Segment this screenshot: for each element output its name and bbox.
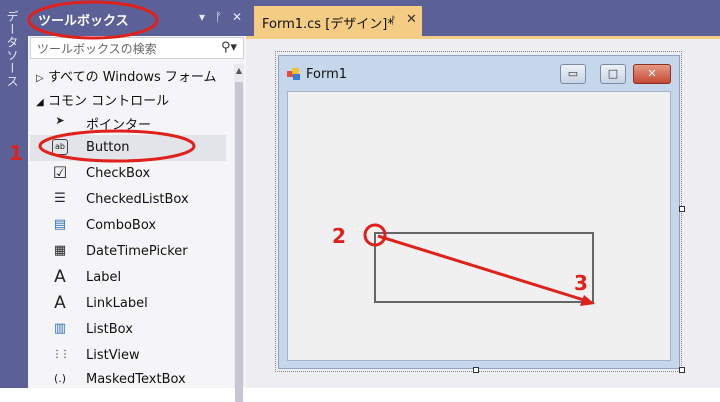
resize-handle-bottom[interactable]: [473, 367, 479, 373]
tool-checkbox[interactable]: ☑ CheckBox: [30, 161, 226, 187]
form-maximize-button[interactable]: □: [600, 64, 626, 84]
data-sources-label[interactable]: データソース: [4, 10, 21, 88]
scrollbar-thumb[interactable]: [235, 82, 243, 402]
form-titlebar: Form1 ▭ □ ✕: [279, 56, 679, 90]
form1-window[interactable]: Form1 ▭ □ ✕: [278, 55, 680, 369]
tool-combobox[interactable]: ▤ ComboBox: [30, 213, 226, 239]
category-all-windows-forms[interactable]: ▷ すべての Windows フォーム: [36, 66, 216, 85]
resize-handle-right[interactable]: [679, 206, 685, 212]
toolbox-header-icons: ▾ ᚠ ✕: [193, 10, 242, 24]
listbox-icon: ▥: [53, 321, 67, 336]
toolbox-search-input[interactable]: [35, 39, 209, 59]
linklabel-icon: A: [54, 293, 66, 313]
toolbox-header: ツールボックス ▾ ᚠ ✕: [28, 0, 246, 36]
tool-label: DateTimePicker: [86, 244, 188, 259]
dropdown-icon[interactable]: ▾: [199, 10, 205, 24]
datetimepicker-icon: ▦: [53, 243, 67, 258]
toolbox-title: ツールボックス: [38, 14, 129, 29]
maskedtextbox-icon: (.): [53, 372, 67, 385]
annotation-number-1: 1: [9, 141, 23, 165]
pin-icon[interactable]: ᚠ: [390, 14, 397, 27]
pin-icon[interactable]: ᚠ: [215, 10, 222, 24]
combobox-icon: ▤: [53, 217, 67, 232]
tool-maskedtextbox[interactable]: (.) MaskedTextBox: [30, 367, 226, 393]
tool-checkedlistbox[interactable]: ☰ CheckedListBox: [30, 187, 226, 213]
category-common-controls[interactable]: ◢ コモン コントロール: [36, 90, 169, 109]
drag-draw-rectangle: [374, 232, 594, 303]
listview-icon: ⋮⋮: [52, 349, 70, 360]
data-sources-strip[interactable]: データソース: [0, 0, 28, 388]
collapse-arrow-icon[interactable]: ◢: [36, 97, 48, 108]
tool-listbox[interactable]: ▥ ListBox: [30, 317, 226, 343]
form-title: Form1: [306, 67, 348, 82]
search-icon[interactable]: ⚲▾: [221, 40, 237, 55]
tool-label: CheckBox: [86, 166, 151, 181]
form-minimize-button[interactable]: ▭: [560, 64, 586, 84]
tool-label: CheckedListBox: [86, 192, 189, 207]
tool-pointer[interactable]: ➤ ポインター: [30, 109, 226, 135]
tool-label: Label: [86, 270, 122, 285]
label-icon: A: [54, 267, 66, 287]
close-icon[interactable]: ✕: [232, 10, 242, 24]
checkedlistbox-icon: ☰: [54, 191, 66, 206]
tab-label: Form1.cs [デザイン]*: [262, 17, 394, 32]
tool-listview[interactable]: ⋮⋮ ListView: [30, 343, 226, 369]
tool-label: MaskedTextBox: [86, 372, 186, 387]
tool-label: ListBox: [86, 322, 133, 337]
annotation-number-2: 2: [332, 224, 346, 248]
tool-label: Button: [86, 140, 130, 155]
category-label: コモン コントロール: [48, 94, 170, 109]
tool-label: ComboBox: [86, 218, 157, 233]
tool-label: ListView: [86, 348, 140, 363]
pointer-icon: ➤: [55, 114, 65, 127]
checkbox-icon: ☑: [52, 163, 68, 182]
toolbox-search-box[interactable]: ⚲▾: [30, 37, 244, 59]
document-tab-bar: Form1.cs [デザイン]* ᚠ ✕: [246, 0, 720, 36]
toolbox-scrollbar[interactable]: ▲: [234, 64, 244, 402]
toolbox-panel: ツールボックス ▾ ᚠ ✕ ⚲▾ ▷すべての Windows フォーム ◢コモン…: [28, 0, 246, 402]
tool-label: ポインター: [86, 118, 152, 133]
tab-form1-design[interactable]: Form1.cs [デザイン]* ᚠ ✕: [254, 6, 422, 36]
form-icon: [287, 68, 300, 80]
form-close-button[interactable]: ✕: [633, 64, 671, 84]
tool-linklabel[interactable]: A LinkLabel: [30, 291, 226, 317]
tool-datetimepicker[interactable]: ▦ DateTimePicker: [30, 239, 226, 265]
button-icon: ab: [52, 139, 68, 155]
resize-handle-bottom-right[interactable]: [679, 367, 685, 373]
annotation-number-3: 3: [574, 271, 588, 295]
tool-label-control[interactable]: A Label: [30, 265, 226, 291]
tool-button[interactable]: ab Button: [30, 135, 226, 161]
close-icon[interactable]: ✕: [406, 12, 417, 27]
scroll-up-icon[interactable]: ▲: [234, 66, 244, 75]
expand-arrow-icon[interactable]: ▷: [36, 73, 48, 84]
tool-label: LinkLabel: [86, 296, 148, 311]
category-label: すべての Windows フォーム: [48, 70, 217, 85]
